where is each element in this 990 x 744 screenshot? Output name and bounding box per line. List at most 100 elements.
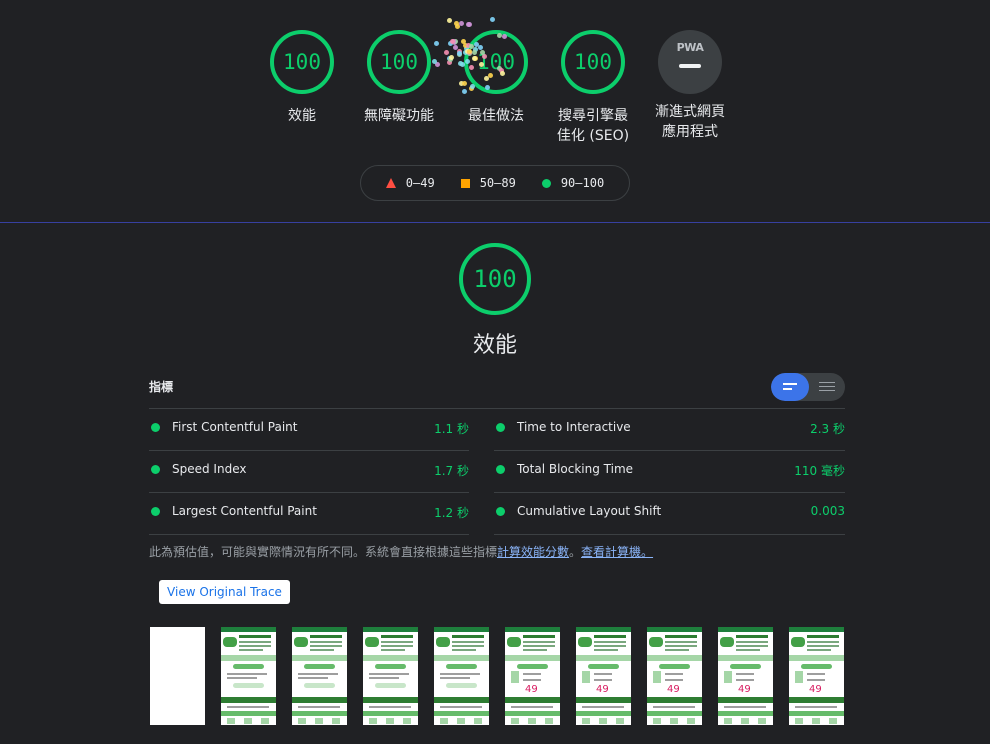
- confetti-dot: [488, 72, 494, 78]
- metric-total-blocking-time: Total Blocking Time 110 毫秒: [494, 450, 845, 493]
- filmstrip-frame: 49: [718, 627, 773, 725]
- confetti-dot: [501, 33, 507, 39]
- filmstrip-frame: 49: [647, 627, 702, 725]
- gauge-accessibility-label: 無障礙功能: [364, 108, 434, 124]
- metric-name: Speed Index: [172, 462, 247, 476]
- filmstrip-frame: [434, 627, 489, 725]
- gauge-seo[interactable]: 100 搜尋引擎最 佳化 (SEO): [543, 30, 643, 146]
- confetti-dot: [460, 38, 466, 44]
- confetti-dot: [490, 17, 496, 23]
- confetti-fireworks-icon: [424, 4, 510, 94]
- gauge-performance-label: 效能: [288, 108, 316, 124]
- confetti-dot: [496, 32, 502, 38]
- metric-largest-contentful-paint: Largest Contentful Paint 1.2 秒: [149, 492, 469, 535]
- view-calculator-link[interactable]: 查看計算機。: [581, 545, 653, 559]
- performance-title: 效能: [472, 333, 517, 358]
- performance-score: 100: [459, 243, 531, 315]
- confetti-dot: [462, 80, 468, 86]
- view-original-trace-button[interactable]: View Original Trace: [159, 580, 290, 604]
- confetti-dot: [458, 20, 464, 26]
- metric-speed-index: Speed Index 1.7 秒: [149, 450, 469, 493]
- confetti-dot: [461, 88, 467, 94]
- metric-value: 1.1 秒: [434, 422, 469, 436]
- confetti-dot: [449, 54, 455, 60]
- confetti-dot: [484, 85, 490, 91]
- average-square-icon: [460, 178, 470, 188]
- pass-circle-icon: [496, 423, 505, 432]
- legend-average-range: 50–89: [479, 176, 516, 190]
- metric-name: Largest Contentful Paint: [172, 504, 317, 518]
- gauge-performance-score: 100: [270, 30, 334, 94]
- confetti-dot: [471, 56, 477, 62]
- gauge-seo-score: 100: [561, 30, 625, 94]
- metric-cumulative-layout-shift: Cumulative Layout Shift 0.003: [494, 492, 845, 535]
- gauge-best-practices-label: 最佳做法: [468, 108, 524, 124]
- legend-pass-range: 90–100: [560, 176, 605, 190]
- confetti-dot: [472, 49, 478, 55]
- pwa-dash-icon: [679, 64, 701, 68]
- metric-name: Cumulative Layout Shift: [517, 504, 662, 518]
- confetti-dot: [433, 40, 439, 46]
- frame-score: 49: [667, 684, 680, 695]
- metric-name: Time to Interactive: [517, 420, 631, 434]
- fail-triangle-icon: [385, 178, 396, 188]
- gauge-pwa[interactable]: PWA 漸進式網頁 應用程式: [640, 30, 740, 142]
- metric-value: 2.3 秒: [810, 422, 845, 436]
- filmstrip-frame: [150, 627, 205, 725]
- metric-value: 0.003: [810, 504, 845, 518]
- confetti-dot: [447, 18, 453, 24]
- filmstrip-frame: [292, 627, 347, 725]
- metrics-view-toggle[interactable]: [771, 373, 845, 401]
- metric-value: 110 毫秒: [794, 464, 845, 478]
- filmstrip-frame: 49: [505, 627, 560, 725]
- pwa-badge-text: PWA: [676, 41, 704, 54]
- pwa-badge-icon: PWA: [658, 30, 722, 94]
- gauge-accessibility-score: 100: [367, 30, 431, 94]
- pass-circle-icon: [541, 178, 551, 188]
- score-scale-legend: 0–49 50–89 90–100: [360, 165, 630, 201]
- section-divider: [0, 222, 990, 223]
- confetti-dot: [478, 61, 484, 67]
- frame-score: 49: [525, 684, 538, 695]
- pass-circle-icon: [151, 465, 160, 474]
- gauge-performance[interactable]: 100 效能: [252, 30, 352, 126]
- legend-pass: 90–100: [541, 176, 605, 190]
- pass-circle-icon: [496, 507, 505, 516]
- confetti-dot: [469, 65, 475, 71]
- legend-fail-range: 0–49: [405, 176, 435, 190]
- confetti-dot: [465, 22, 471, 28]
- note-sep: 。: [569, 545, 582, 559]
- metrics-title: 指標: [149, 380, 174, 394]
- filmstrip: 49 49 49 49 49: [150, 627, 845, 725]
- category-gauges: 100 效能 100 無障礙功能 100 最佳做法 100 搜尋引擎最 佳化 (…: [0, 0, 990, 222]
- compact-view-icon[interactable]: [771, 373, 809, 401]
- metric-name: Total Blocking Time: [517, 462, 634, 476]
- metric-value: 1.7 秒: [434, 464, 469, 478]
- filmstrip-frame: 49: [576, 627, 631, 725]
- performance-gauge: 100 效能: [0, 243, 990, 359]
- metric-time-to-interactive: Time to Interactive 2.3 秒: [494, 408, 845, 451]
- confetti-dot: [470, 83, 476, 89]
- metric-value: 1.2 秒: [434, 506, 469, 520]
- frame-score: 49: [596, 684, 609, 695]
- pass-circle-icon: [496, 465, 505, 474]
- calc-score-link[interactable]: 計算效能分數: [497, 545, 569, 559]
- filmstrip-frame: [363, 627, 418, 725]
- confetti-dot: [481, 54, 487, 60]
- pass-circle-icon: [151, 423, 160, 432]
- gauge-pwa-label: 漸進式網頁 應用程式: [655, 104, 725, 140]
- metrics-header: 指標: [149, 372, 845, 409]
- legend-average: 50–89: [460, 176, 516, 190]
- confetti-dot: [499, 71, 505, 77]
- confetti-dot: [459, 62, 465, 68]
- filmstrip-frame: 49: [789, 627, 844, 725]
- confetti-dot: [450, 38, 455, 44]
- note-text: 此為預估值，可能與實際情況有所不同。系統會直接根據這些指標: [149, 545, 498, 559]
- confetti-dot: [456, 50, 462, 56]
- legend-fail: 0–49: [385, 176, 435, 190]
- frame-score: 49: [738, 684, 751, 695]
- confetti-dot: [465, 58, 471, 64]
- gauge-seo-label: 搜尋引擎最 佳化 (SEO): [556, 108, 630, 144]
- frame-score: 49: [809, 684, 822, 695]
- metric-name: First Contentful Paint: [172, 420, 298, 434]
